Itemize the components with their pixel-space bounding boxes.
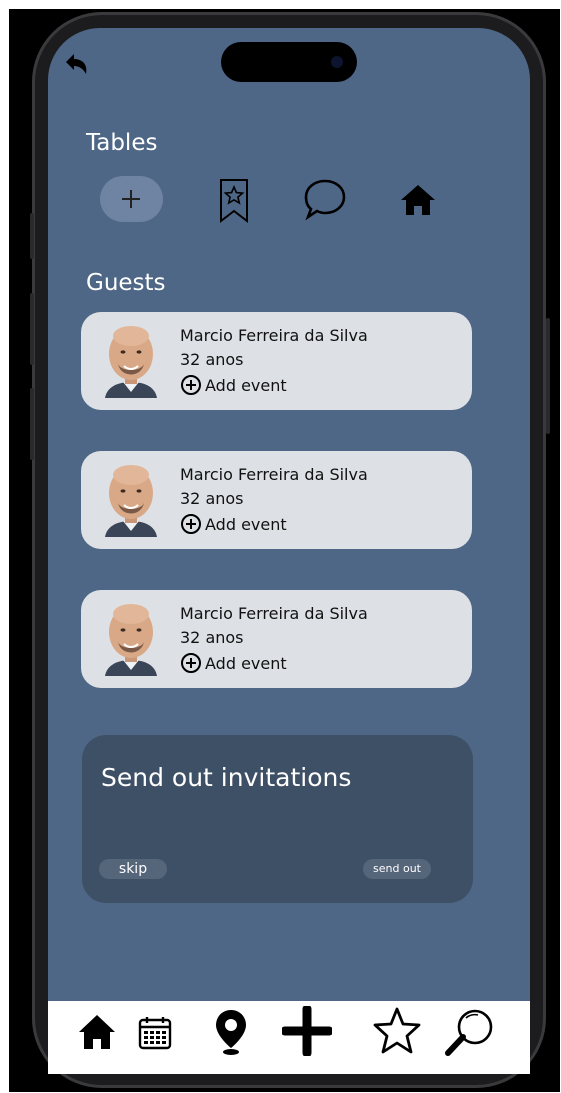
guest-avatar [103, 600, 159, 676]
circle-plus-icon [181, 514, 201, 534]
circle-plus-icon [181, 375, 201, 395]
invitations-title: Send out invitations [101, 763, 352, 792]
add-event-button[interactable]: Add event [180, 652, 287, 674]
guests-title: Guests [86, 270, 166, 296]
side-button [546, 318, 550, 434]
guest-card[interactable]: Marcio Ferreira da Silva 32 anos Add eve… [81, 590, 472, 688]
side-button [30, 293, 34, 365]
guest-age: 32 anos [180, 489, 244, 508]
add-event-label: Add event [205, 514, 287, 534]
calendar-icon[interactable] [137, 1015, 173, 1051]
home-icon[interactable] [400, 184, 436, 216]
undo-arrow-icon[interactable] [58, 48, 94, 84]
guest-avatar [103, 322, 159, 398]
circle-plus-icon [181, 653, 201, 673]
plus-icon [122, 190, 140, 208]
dynamic-island [221, 42, 357, 82]
chat-bubble-icon[interactable] [302, 176, 348, 222]
side-button [30, 388, 34, 460]
guest-card[interactable]: Marcio Ferreira da Silva 32 anos Add eve… [81, 312, 472, 410]
skip-button[interactable]: skip [99, 859, 167, 879]
add-event-label: Add event [205, 653, 287, 673]
bookmark-star-icon[interactable] [218, 178, 250, 224]
send-out-button[interactable]: send out [363, 859, 431, 879]
search-icon[interactable] [444, 1006, 496, 1058]
home-icon[interactable] [78, 1014, 116, 1050]
guest-name: Marcio Ferreira da Silva [180, 604, 368, 623]
guest-card[interactable]: Marcio Ferreira da Silva 32 anos Add eve… [81, 451, 472, 549]
plus-icon[interactable] [282, 1006, 332, 1056]
invitations-card: Send out invitations skip send out [82, 735, 473, 903]
star-icon[interactable] [372, 1006, 422, 1054]
add-event-button[interactable]: Add event [180, 513, 287, 535]
tables-title: Tables [86, 130, 158, 156]
guest-name: Marcio Ferreira da Silva [180, 465, 368, 484]
add-event-label: Add event [205, 375, 287, 395]
guest-age: 32 anos [180, 628, 244, 647]
guest-avatar [103, 461, 159, 537]
map-pin-icon[interactable] [213, 1008, 249, 1056]
guest-age: 32 anos [180, 350, 244, 369]
side-button [30, 213, 34, 259]
add-event-button[interactable]: Add event [180, 374, 287, 396]
guest-name: Marcio Ferreira da Silva [180, 326, 368, 345]
